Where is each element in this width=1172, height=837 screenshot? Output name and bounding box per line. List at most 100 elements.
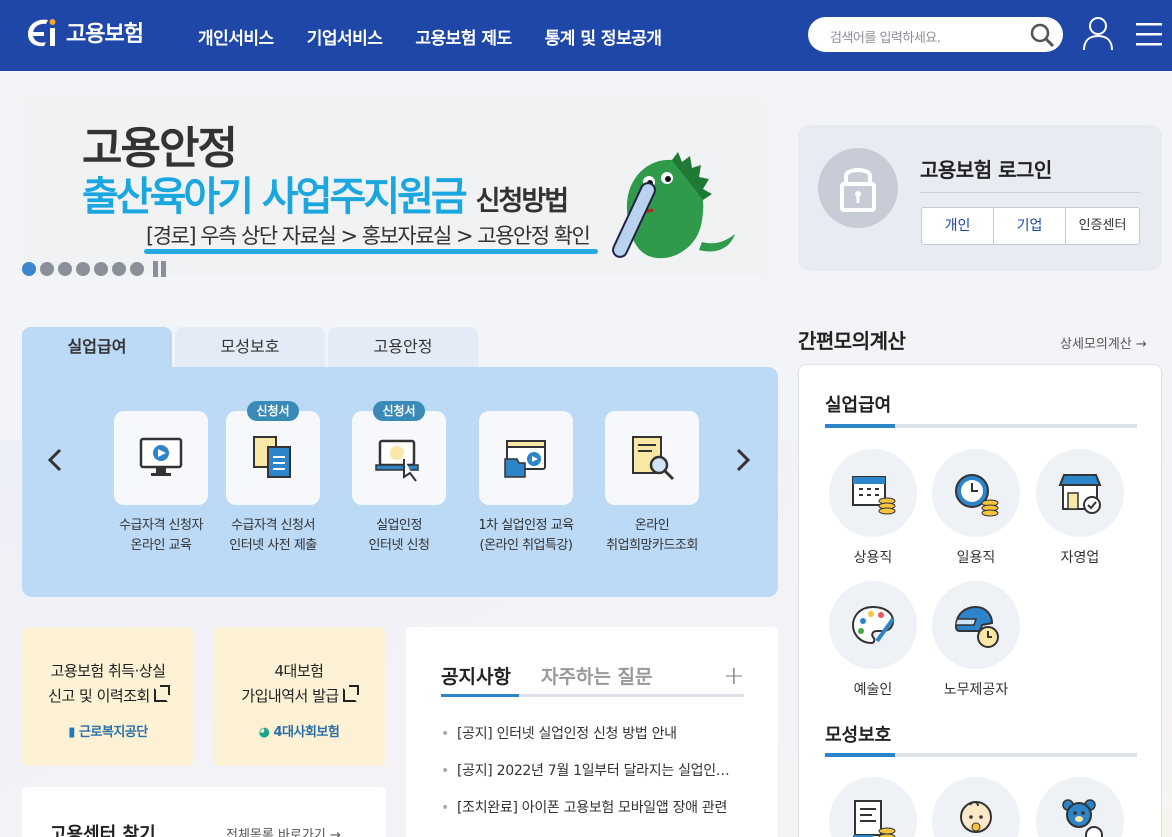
banner-dot[interactable]: [130, 262, 144, 276]
tab-faq[interactable]: 자주하는 질문: [541, 662, 653, 689]
notice-item[interactable]: [공지] 2022년 7월 1일부터 달라지는 실업인…: [441, 760, 730, 780]
search-icon[interactable]: [1029, 22, 1055, 52]
external-link-icon: [153, 685, 170, 702]
site-logo[interactable]: 고용보험: [22, 12, 144, 52]
video-folder-icon: [501, 433, 551, 487]
card-org-logo: ◕ 4대사회보험: [258, 725, 340, 740]
calendar-coins-icon: [849, 469, 897, 521]
service-item[interactable]: 신청서 실업인정인터넷 신청: [336, 401, 462, 556]
chevron-left-icon[interactable]: [46, 447, 64, 477]
calc-item-label: 예술인: [853, 682, 893, 698]
login-title: 고용보험 로그인: [920, 158, 1052, 182]
service-tab-panel: 수급자격 신청자 온라인 교육 신청서 수급자격 신청서인터넷 사전 제출 신청서…: [22, 367, 778, 597]
service-label-line2: 취업희망카드조회: [606, 538, 698, 553]
banner-underline: [144, 249, 598, 254]
nav-statistics[interactable]: 통계 및 정보공개: [545, 24, 662, 49]
login-corporate-button[interactable]: 기업: [994, 208, 1066, 244]
pause-icon[interactable]: [152, 261, 168, 277]
calc-item-maternity-1[interactable]: [828, 777, 918, 837]
documents-icon: [248, 433, 298, 487]
divider: [920, 192, 1140, 193]
monitor-play-icon: [136, 433, 186, 487]
banner-dot[interactable]: [40, 262, 54, 276]
center-link-text: 전체목록 바로가기: [226, 828, 326, 837]
arrow-right-icon: →: [1135, 337, 1147, 352]
service-icon-box: 신청서: [352, 401, 446, 505]
card-line2: 가입내역서 발급: [241, 687, 339, 705]
user-icon[interactable]: [1082, 15, 1114, 55]
chevron-right-icon[interactable]: [734, 447, 752, 477]
nav-personal-service[interactable]: 개인서비스: [198, 24, 274, 49]
banner-dot[interactable]: [76, 262, 90, 276]
section-indicator: [825, 753, 895, 757]
banner-dot[interactable]: [94, 262, 108, 276]
banner-dot[interactable]: [58, 262, 72, 276]
service-label-line2: (온라인 취업특강): [479, 538, 574, 553]
service-item[interactable]: 온라인 취업희망카드조회: [589, 411, 715, 556]
banner-subtitle: 출산육아기 사업주지원금 신청방법: [82, 164, 569, 222]
service-label-line2: 인터넷 신청: [368, 538, 430, 553]
detailed-calculator-link[interactable]: 상세모의계산 →: [1060, 333, 1147, 352]
calc-item-artist[interactable]: 예술인: [828, 581, 918, 699]
main-nav: 개인서비스 기업서비스 고용보험 제도 통계 및 정보공개: [198, 24, 662, 49]
calc-item-regular[interactable]: 상용직: [828, 449, 918, 567]
calc-item-maternity-2[interactable]: [931, 777, 1021, 837]
calc-link-text: 상세모의계산: [1060, 337, 1132, 352]
employment-center-finder: 고용센터 찾기 전체목록 바로가기 →: [22, 787, 386, 837]
tab-maternity[interactable]: 모성보호: [175, 327, 325, 367]
quick-card-insurance-report[interactable]: 고용보험 취득·상실신고 및 이력조회 ▮ 근로복지공단: [22, 627, 194, 766]
calc-item-label: 노무제공자: [943, 682, 1009, 698]
more-plus-icon[interactable]: +: [723, 661, 745, 691]
calc-item-label: 자영업: [1060, 550, 1100, 566]
calc-item-maternity-3[interactable]: [1035, 777, 1125, 837]
card-org-name: 근로복지공단: [78, 725, 148, 740]
arrow-right-icon: →: [329, 828, 341, 837]
nav-insurance-system[interactable]: 고용보험 제도: [415, 24, 512, 49]
teddy-bear-icon: [1056, 797, 1104, 837]
card-org-logo: ▮ 근로복지공단: [68, 725, 148, 740]
section-unemployment: 실업급여: [825, 395, 892, 416]
section-maternity: 모성보호: [825, 725, 892, 746]
tab-notice[interactable]: 공지사항: [441, 662, 511, 689]
card-line1: 4대보험: [274, 662, 324, 680]
tab-employment-stability[interactable]: 고용안정: [328, 327, 478, 367]
login-cert-center-button[interactable]: 인증센터: [1066, 208, 1139, 244]
banner-path: [경로] 우측 상단 자료실 > 홍보자료실 > 고용안정 확인: [146, 224, 591, 248]
notice-item[interactable]: [공지] 인터넷 실업인정 신청 방법 안내: [441, 723, 730, 743]
card-line1: 고용보험 취득·상실: [50, 662, 166, 680]
logo-mark-icon: [22, 12, 62, 52]
document-coins-icon: [849, 797, 897, 837]
search-input[interactable]: 검색어를 입력하세요.: [808, 17, 1063, 52]
service-label-line2: 인터넷 사전 제출: [229, 538, 317, 553]
banner-dot[interactable]: [112, 262, 126, 276]
banner-pagination: [22, 261, 168, 277]
card-line2: 신고 및 이력조회: [48, 687, 150, 705]
application-badge: 신청서: [247, 401, 299, 421]
calc-item-daily[interactable]: 일용직: [931, 449, 1021, 567]
banner-subtitle-sub: 신청방법: [475, 186, 569, 217]
service-icon-box: [605, 411, 699, 505]
service-item[interactable]: 수급자격 신청자 온라인 교육: [98, 411, 224, 556]
calc-item-self-employed[interactable]: 자영업: [1035, 449, 1125, 567]
banner-dot[interactable]: [22, 262, 36, 276]
tab-unemployment[interactable]: 실업급여: [22, 327, 172, 367]
service-label-line1: 수급자격 신청서: [231, 518, 315, 533]
service-label-line1: 실업인정: [376, 518, 422, 533]
service-item[interactable]: 1차 실업인정 교육 (온라인 취업특강): [463, 411, 589, 556]
palette-icon: [849, 601, 897, 653]
calculator-panel: 실업급여 상용직 일용직 자영업 예술인 노무제공자 모성보호: [798, 364, 1162, 837]
nav-corporate-service[interactable]: 기업서비스: [307, 24, 383, 49]
service-label-line2: 온라인 교육: [130, 538, 192, 553]
login-personal-button[interactable]: 개인: [922, 208, 994, 244]
main-banner[interactable]: 고용안정 출산육아기 사업주지원금 신청방법 [경로] 우측 상단 자료실 > …: [22, 98, 766, 276]
notice-item[interactable]: [조치완료] 아이폰 고용보험 모바일앱 장애 관련: [441, 797, 730, 817]
dinosaur-mascot-icon: [587, 150, 737, 274]
service-icon-box: [479, 411, 573, 505]
center-list-link[interactable]: 전체목록 바로가기 →: [226, 824, 341, 837]
menu-icon[interactable]: [1136, 22, 1162, 50]
search-placeholder: 검색어를 입력하세요.: [830, 31, 941, 46]
quick-card-insurance-certificate[interactable]: 4대보험가입내역서 발급 ◕ 4대사회보험: [213, 627, 385, 766]
service-item[interactable]: 신청서 수급자격 신청서인터넷 사전 제출: [210, 401, 336, 556]
laptop-click-icon: [374, 433, 424, 487]
calc-item-labor-provider[interactable]: 노무제공자: [931, 581, 1021, 699]
